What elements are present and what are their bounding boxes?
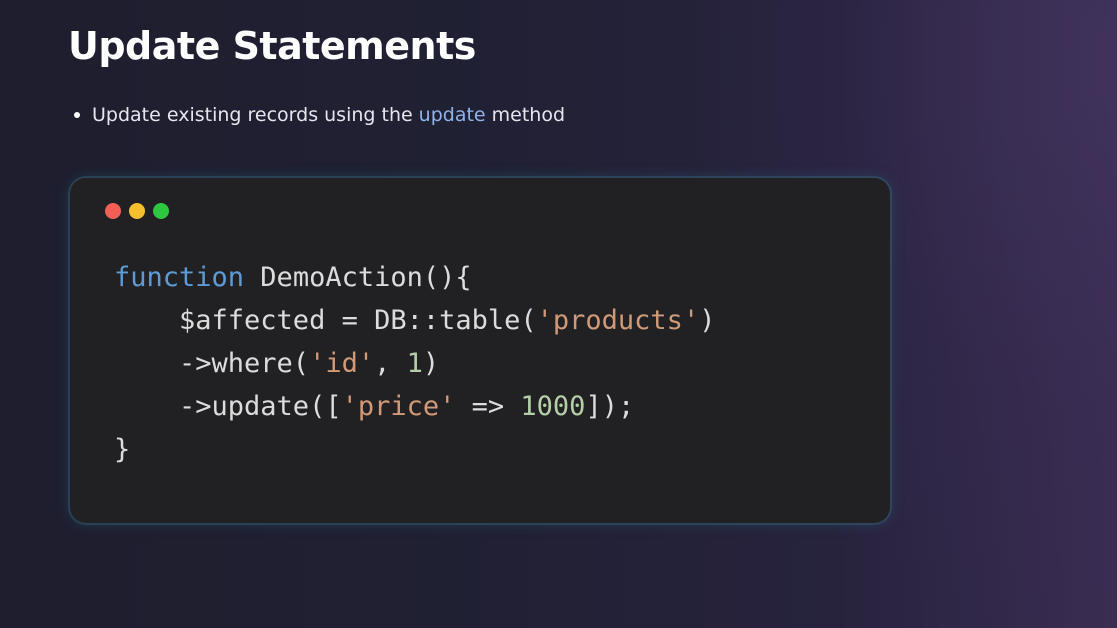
code-line: ->update(['price' => 1000]); — [114, 385, 715, 428]
code-token-plain: DemoAction(){ — [244, 262, 472, 293]
window-controls — [105, 203, 169, 219]
bullet-dot-icon — [74, 112, 80, 118]
minimize-dot-icon — [129, 203, 145, 219]
code-token-num: 1000 — [520, 391, 586, 422]
code-token-kw: function — [114, 262, 245, 293]
bullet-text-after: method — [491, 104, 565, 126]
bullet-text-before: Update existing records using the — [92, 104, 413, 126]
code-line: function DemoAction(){ — [114, 256, 715, 299]
slide-title: Update Statements — [68, 24, 476, 68]
code-token-plain: , — [374, 348, 407, 379]
code-token-plain: ->update([ — [114, 391, 342, 422]
code-token-plain: ->where( — [114, 348, 310, 379]
close-dot-icon — [105, 203, 121, 219]
code-token-plain: ) — [699, 305, 716, 336]
code-line: ->where('id', 1) — [114, 342, 715, 385]
code-line: } — [114, 428, 715, 471]
code-token-str: 'products' — [536, 305, 700, 336]
code-token-plain: ]); — [585, 391, 635, 422]
code-token-plain: => — [455, 391, 521, 422]
code-token-plain: $affected = DB::table( — [114, 305, 537, 336]
code-line: $affected = DB::table('products') — [114, 299, 715, 342]
code-token-num: 1 — [406, 348, 423, 379]
code-token-str: 'price' — [341, 391, 456, 422]
code-token-plain: ) — [422, 348, 440, 379]
code-block: function DemoAction(){ $affected = DB::t… — [114, 256, 715, 471]
bullet-keyword: update — [418, 104, 486, 126]
code-token-str: 'id' — [309, 348, 375, 379]
maximize-dot-icon — [153, 203, 169, 219]
code-token-plain: } — [114, 434, 131, 465]
bullet-point: Update existing records using the update… — [74, 104, 565, 126]
code-window: function DemoAction(){ $affected = DB::t… — [70, 178, 890, 523]
